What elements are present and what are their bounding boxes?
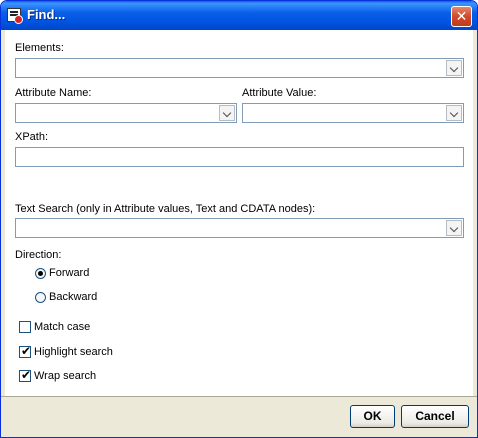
attribute-name-label: Attribute Name: xyxy=(15,87,92,99)
chevron-down-icon[interactable] xyxy=(219,105,235,121)
match-case-label[interactable]: Match case xyxy=(34,321,90,333)
checkmark-icon: ✔ xyxy=(20,344,32,358)
highlight-search-label[interactable]: Highlight search xyxy=(34,346,113,358)
chevron-down-icon[interactable] xyxy=(446,105,462,121)
dialog-content: Elements: Attribute Name: Attribute Valu… xyxy=(5,30,473,396)
attribute-value-label: Attribute Value: xyxy=(242,87,317,99)
xpath-input[interactable] xyxy=(15,147,464,167)
text-search-label: Text Search (only in Attribute values, T… xyxy=(15,203,316,215)
chevron-down-icon[interactable] xyxy=(446,60,462,76)
highlight-search-checkbox[interactable]: ✔ xyxy=(19,344,32,358)
attribute-name-combobox[interactable] xyxy=(15,103,237,123)
match-case-checkbox[interactable] xyxy=(19,321,31,333)
checkmark-icon: ✔ xyxy=(20,368,32,382)
attribute-value-combobox[interactable] xyxy=(242,103,464,123)
text-search-combobox[interactable] xyxy=(15,218,464,238)
backward-label[interactable]: Backward xyxy=(49,291,97,303)
forward-label[interactable]: Forward xyxy=(49,267,89,279)
direction-label: Direction: xyxy=(15,249,62,261)
window-title: Find... xyxy=(27,7,66,22)
cancel-button[interactable]: Cancel xyxy=(401,405,469,428)
elements-combobox[interactable] xyxy=(15,58,464,78)
title-bar[interactable]: Find... ✕ xyxy=(1,1,477,30)
forward-radio[interactable] xyxy=(35,268,46,279)
find-dialog-icon xyxy=(7,8,23,24)
elements-label: Elements: xyxy=(15,42,64,54)
ok-button[interactable]: OK xyxy=(350,405,395,428)
wrap-search-label[interactable]: Wrap search xyxy=(34,370,96,382)
backward-radio[interactable] xyxy=(35,292,46,303)
close-button[interactable]: ✕ xyxy=(451,6,472,27)
xpath-label: XPath: xyxy=(15,131,49,143)
find-dialog: Find... ✕ Elements: Attribute Name: Attr… xyxy=(0,0,478,438)
button-bar: OK Cancel xyxy=(1,396,477,437)
chevron-down-icon[interactable] xyxy=(446,220,462,236)
wrap-search-checkbox[interactable]: ✔ xyxy=(19,368,32,382)
